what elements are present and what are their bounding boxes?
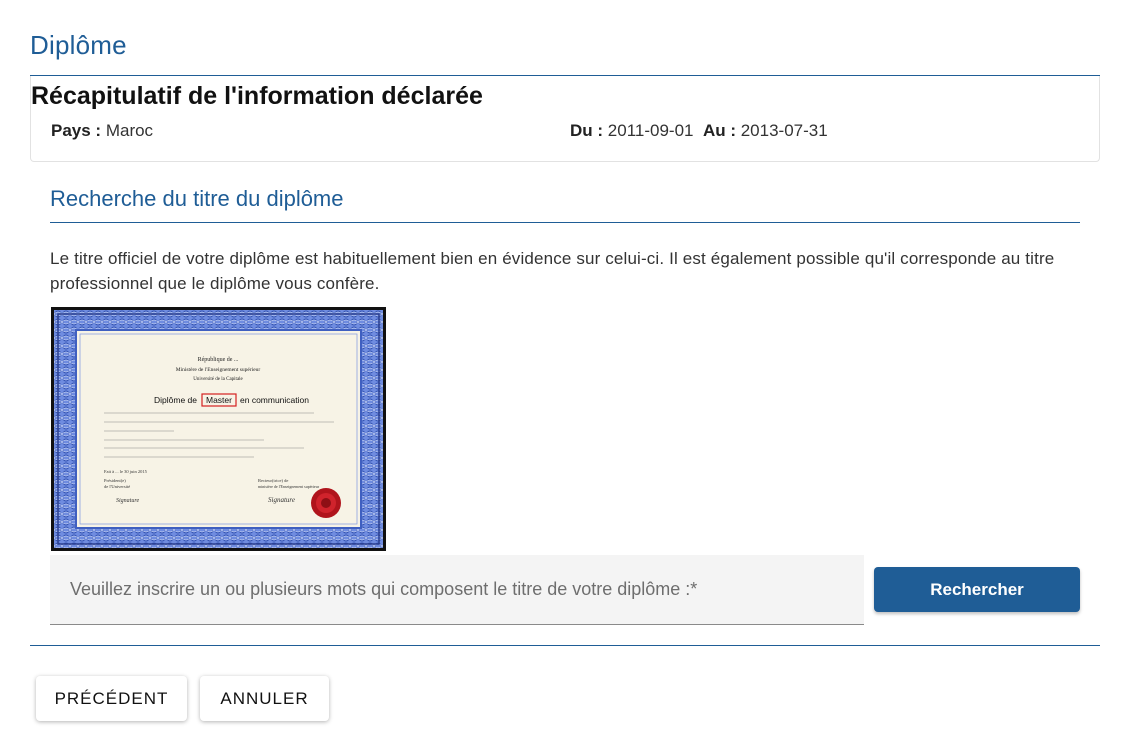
wax-seal-icon (311, 488, 341, 518)
diploma-title-search-field[interactable] (50, 555, 864, 625)
diploma-left-sign-1: Président(e) (104, 478, 126, 483)
end-date-value: 2013-07-31 (740, 121, 828, 140)
diploma-signature-right: Signature (268, 496, 295, 504)
search-button[interactable]: Rechercher (874, 567, 1080, 612)
section-divider (50, 222, 1080, 223)
diploma-title-before: Diplôme de (154, 395, 197, 405)
diploma-title-after: en communication (240, 395, 309, 405)
date-range: Du : 2011-09-01 Au : 2013-07-31 (570, 121, 828, 141)
cancel-button[interactable]: ANNULER (200, 676, 329, 721)
diploma-line-3: Université de la Capitale (193, 377, 243, 382)
country-info: Pays : Maroc (51, 121, 153, 141)
diploma-title-highlight: Master (206, 395, 232, 405)
start-date-value: 2011-09-01 (607, 121, 694, 140)
diploma-place-date: Fait à ... le 30 juin 2015 (104, 469, 148, 474)
start-date-label: Du : (570, 121, 604, 140)
diploma-right-sign-1: Recteur(trice) de (258, 478, 288, 483)
country-value: Maroc (105, 121, 154, 140)
section-title: Recherche du titre du diplôme (50, 186, 344, 211)
country-label: Pays : (51, 121, 102, 140)
footer-divider (30, 645, 1100, 646)
diploma-line-1: République de ... (198, 357, 239, 363)
diploma-line-2: Ministère de l'Enseignement supérieur (176, 367, 261, 373)
summary-panel: Récapitulatif de l'information déclarée … (30, 76, 1100, 162)
diploma-right-sign-2: ministère de l'Enseignement supérieur (258, 484, 320, 489)
help-text: Le titre officiel de votre diplôme est h… (50, 249, 1055, 293)
summary-title: Récapitulatif de l'information déclarée (31, 82, 483, 110)
page-title: Diplôme (30, 30, 127, 60)
diploma-title-input[interactable] (50, 555, 864, 624)
end-date-label: Au : (702, 121, 736, 140)
diploma-example-image: République de ... Ministère de l'Enseign… (51, 307, 386, 551)
previous-button[interactable]: PRÉCÉDENT (36, 676, 187, 721)
diploma-left-sign-2: de l'Université (104, 484, 130, 489)
diploma-signature-left: Signature (116, 498, 139, 504)
